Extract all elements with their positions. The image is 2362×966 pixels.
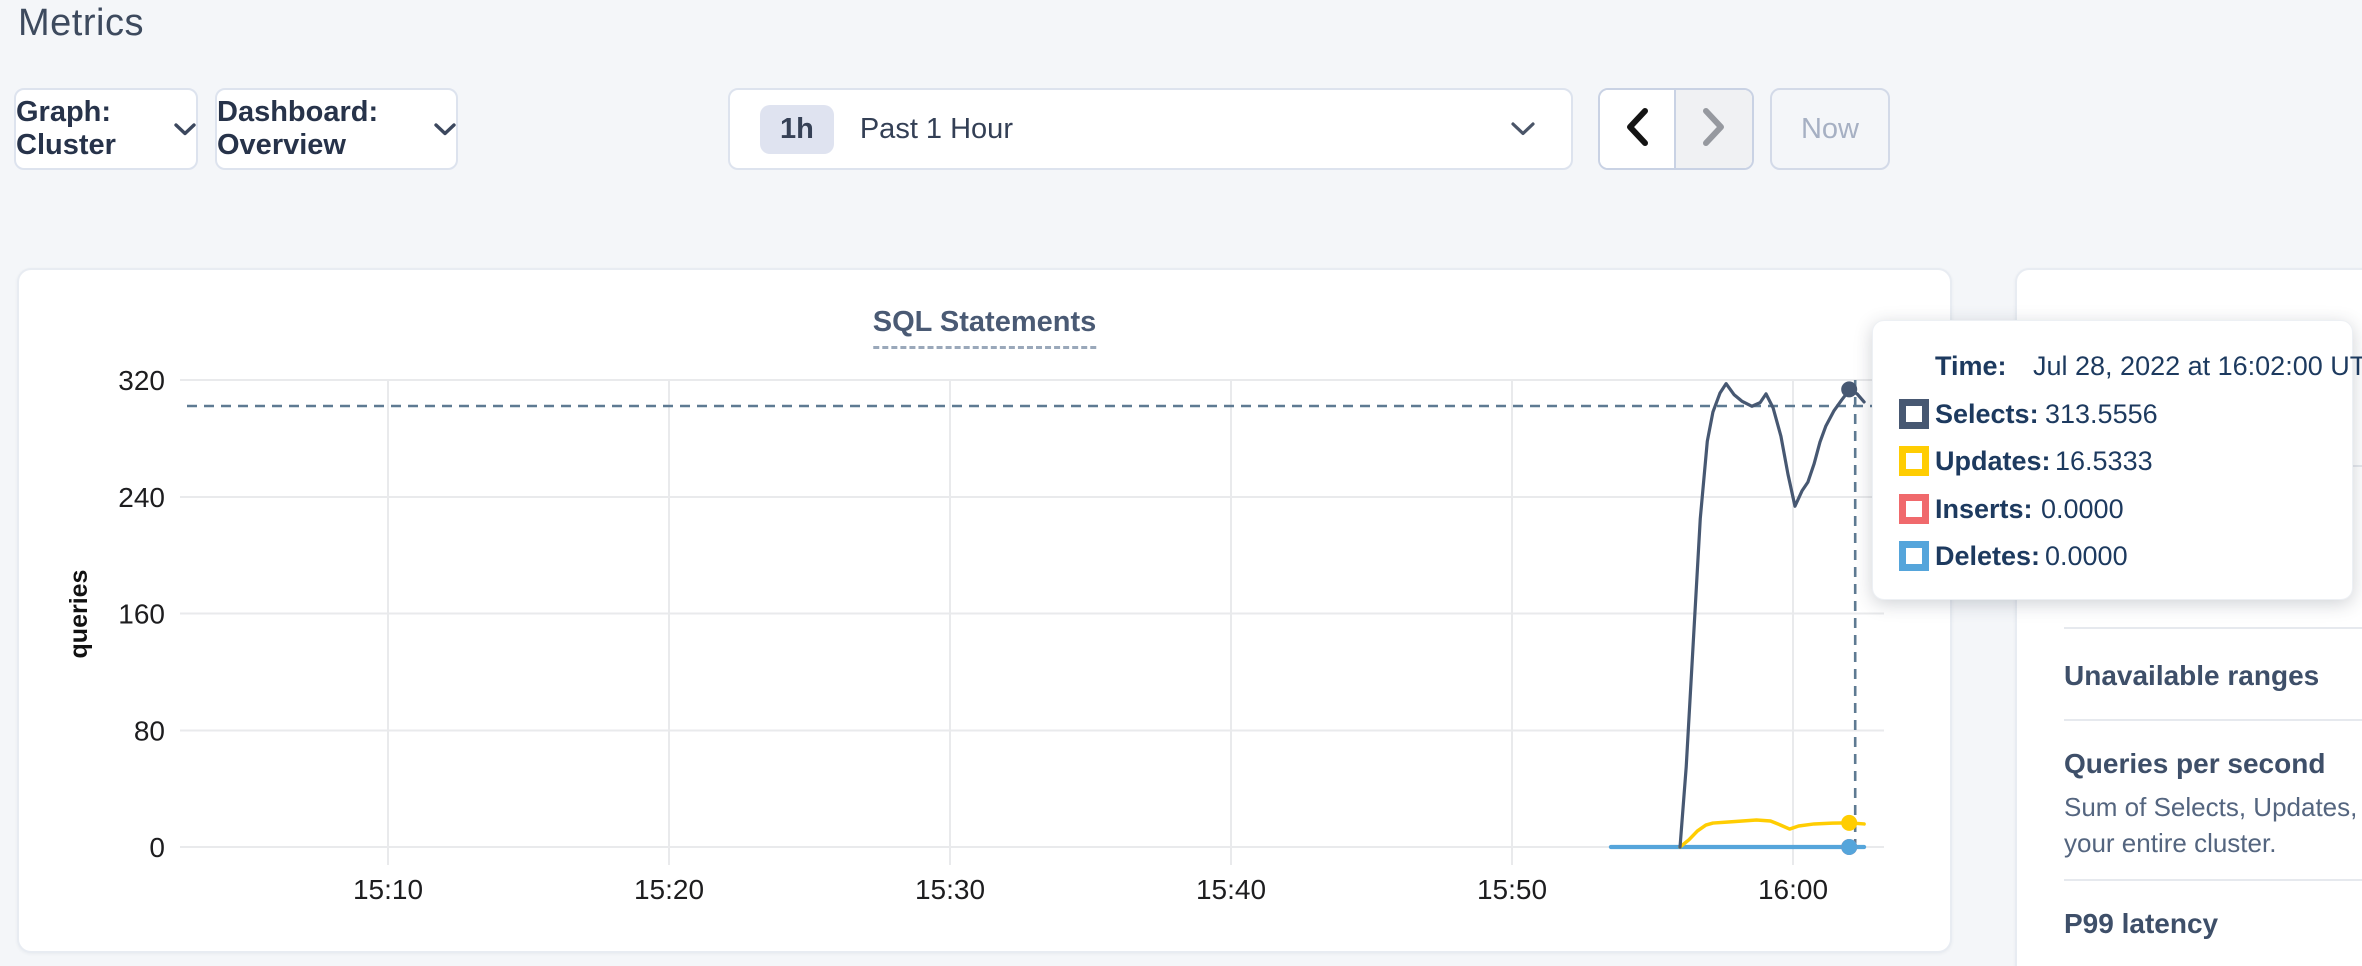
- updates-legend-swatch: [1899, 446, 1929, 476]
- sidebar-stat-description-line: Sum of Selects, Updates, Inser: [2064, 792, 2362, 823]
- chevron-down-icon: [174, 123, 196, 136]
- time-range-label: Past 1 Hour: [860, 113, 1489, 146]
- svg-text:15:30: 15:30: [915, 874, 985, 905]
- tooltip-series-value: 313.5556: [2045, 399, 2158, 430]
- dashboard-dropdown[interactable]: Dashboard: Overview: [215, 88, 458, 170]
- now-button[interactable]: Now: [1770, 88, 1890, 170]
- tooltip-time-label: Time:: [1935, 351, 2007, 382]
- chart-hover-tooltip: Time: Jul 28, 2022 at 16:02:00 UTC Selec…: [1872, 320, 2353, 600]
- next-time-window-button-disabled[interactable]: [1676, 90, 1752, 168]
- svg-text:0: 0: [149, 832, 165, 863]
- svg-text:80: 80: [134, 715, 165, 746]
- svg-text:16:00: 16:00: [1758, 874, 1828, 905]
- sql-statements-chart-card: SQL Statements 0 80 160 240 320 15:10 15:20 15:…: [17, 268, 1952, 953]
- inserts-legend-swatch: [1899, 494, 1929, 524]
- graph-scope-label: Graph: Cluster: [16, 96, 152, 162]
- svg-text:15:40: 15:40: [1196, 874, 1266, 905]
- chevron-right-icon: [1701, 107, 1727, 152]
- svg-text:queries: queries: [65, 570, 93, 659]
- svg-text:15:50: 15:50: [1477, 874, 1547, 905]
- sidebar-divider: [2064, 627, 2362, 629]
- sql-statements-line-chart[interactable]: 0 80 160 240 320 15:10 15:20 15:30 15:40 15:50 16:…: [19, 270, 1950, 951]
- svg-text:160: 160: [118, 599, 165, 630]
- previous-time-window-button[interactable]: [1600, 90, 1676, 168]
- svg-text:320: 320: [118, 365, 165, 396]
- tooltip-series-label: Deletes:: [1935, 541, 2040, 572]
- sidebar-divider: [2064, 879, 2362, 881]
- sidebar-stat-p99-latency: P99 latency: [2064, 908, 2218, 940]
- now-button-label: Now: [1801, 113, 1859, 146]
- svg-text:15:10: 15:10: [353, 874, 423, 905]
- tooltip-series-label: Updates:: [1935, 446, 2051, 477]
- tooltip-series-label: Inserts:: [1935, 494, 2033, 525]
- deletes-legend-swatch: [1899, 541, 1929, 571]
- time-range-selector[interactable]: 1h Past 1 Hour: [728, 88, 1573, 170]
- page-title: Metrics: [18, 2, 144, 45]
- svg-text:240: 240: [118, 482, 165, 513]
- chevron-down-icon: [1511, 122, 1535, 136]
- tooltip-series-value: 0.0000: [2045, 541, 2128, 572]
- tooltip-series-value: 16.5333: [2055, 446, 2153, 477]
- time-step-button-group: [1598, 88, 1754, 170]
- dashboard-label: Dashboard: Overview: [217, 96, 412, 162]
- sidebar-stat-unavailable-ranges: Unavailable ranges: [2064, 660, 2319, 692]
- graph-scope-dropdown[interactable]: Graph: Cluster: [14, 88, 198, 170]
- tooltip-series-value: 0.0000: [2041, 494, 2124, 525]
- selects-legend-swatch: [1899, 399, 1929, 429]
- chevron-down-icon: [434, 123, 456, 136]
- time-range-badge: 1h: [760, 105, 834, 154]
- sidebar-stat-queries-per-second: Queries per second: [2064, 748, 2325, 780]
- chevron-left-icon: [1624, 107, 1650, 152]
- tooltip-time-value: Jul 28, 2022 at 16:02:00 UTC: [2033, 351, 2362, 382]
- sidebar-stat-description-line: your entire cluster.: [2064, 828, 2276, 859]
- tooltip-series-label: Selects:: [1935, 399, 2039, 430]
- sidebar-divider: [2064, 719, 2362, 721]
- svg-text:15:20: 15:20: [634, 874, 704, 905]
- chart-title[interactable]: SQL Statements: [873, 306, 1096, 349]
